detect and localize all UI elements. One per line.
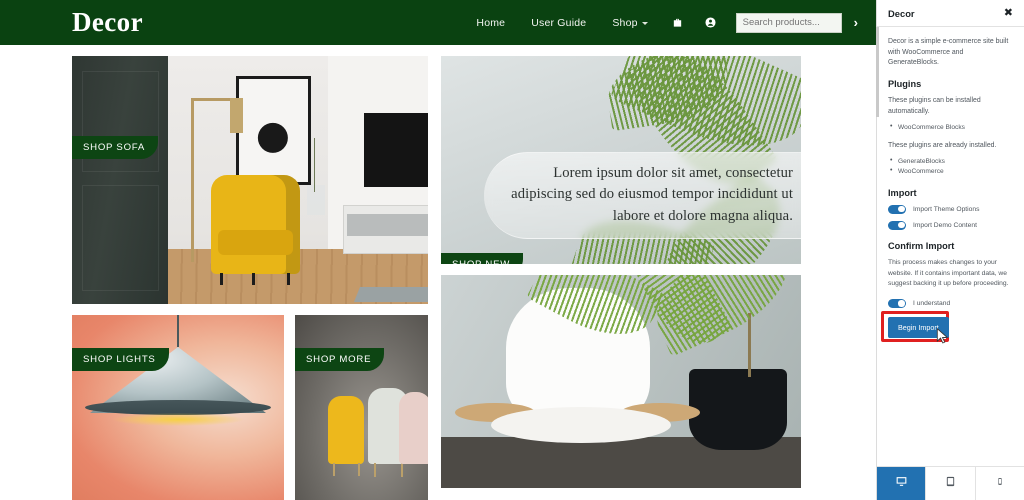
- toggle-label-demo-content: Import Demo Content: [913, 221, 977, 229]
- sidebar-body: Decor is a simple e-commerce site built …: [877, 27, 1024, 466]
- account-icon[interactable]: [694, 17, 727, 28]
- card-shop-more[interactable]: SHOP MORE: [295, 315, 428, 500]
- search-box[interactable]: [735, 12, 842, 33]
- tv-panel: [363, 113, 428, 188]
- nav-label-user-guide: User Guide: [531, 16, 587, 29]
- search-submit-button[interactable]: ›: [854, 16, 858, 29]
- chair-leg: [251, 273, 255, 286]
- confirm-import-warning: This process makes changes to your websi…: [888, 258, 1009, 288]
- floor-lamp-head: [230, 98, 243, 133]
- plugins-auto-note: These plugins can be installed automatic…: [888, 97, 981, 115]
- pendant-glow: [113, 412, 243, 426]
- site-logo[interactable]: Decor: [72, 7, 143, 38]
- import-heading: Import: [888, 187, 917, 198]
- badge-shop-sofa[interactable]: SHOP SOFA: [72, 136, 159, 159]
- twig: [314, 137, 316, 193]
- begin-import-wrapper: Begin Import: [881, 311, 949, 344]
- toggle-row-understand[interactable]: I understand: [888, 299, 1014, 309]
- chair-leg: [287, 273, 291, 286]
- yellow-armchair: [210, 175, 300, 286]
- badge-shop-more[interactable]: SHOP MORE: [295, 348, 385, 371]
- sidebar-title: Decor: [888, 7, 915, 19]
- yellow-chair: [328, 395, 365, 476]
- vase: [306, 184, 325, 215]
- device-button-mobile[interactable]: [975, 467, 1024, 500]
- device-button-tablet[interactable]: [926, 467, 976, 500]
- nav-label-shop: Shop: [612, 16, 638, 29]
- product-grid: SHOP SOFA SHOP LIGHTS SHOP MORE Lorem ip…: [0, 45, 876, 500]
- nav-label-home: Home: [476, 16, 506, 29]
- import-sidebar: Decor ✖ Decor is a simple e-commerce sit…: [876, 0, 1024, 500]
- room-door: [72, 56, 169, 304]
- plugins-installed-note: These plugins are already installed.: [888, 142, 997, 150]
- plant-pot: [689, 368, 787, 450]
- scrollbar[interactable]: [876, 27, 879, 117]
- pink-chair: [398, 392, 428, 464]
- chair-leg: [400, 462, 403, 478]
- toggle-import-theme-options[interactable]: [888, 204, 906, 214]
- hero-headline: Lorem ipsum dolor sit amet, consectetur …: [511, 164, 793, 225]
- sideboard: [342, 204, 428, 255]
- plant-trunk: [747, 313, 751, 378]
- pendant-rod: [176, 315, 180, 347]
- main-navigation: Home User Guide Shop ›: [463, 12, 858, 33]
- list-item: GenerateBlocks: [888, 156, 1014, 167]
- nav-item-user-guide[interactable]: User Guide: [518, 17, 599, 29]
- toggle-label-i-understand: I understand: [913, 300, 951, 308]
- wall-art-circle: [258, 122, 289, 153]
- nav-item-shop[interactable]: Shop: [599, 17, 660, 29]
- sidebar-description: Decor is a simple e-commerce site built …: [888, 38, 1009, 67]
- grid-column-right: Lorem ipsum dolor sit amet, consectetur …: [441, 56, 801, 488]
- tablet-icon: [945, 475, 956, 493]
- chevron-down-icon: [641, 22, 648, 25]
- plugins-installed-list: GenerateBlocks WooCommerce: [888, 156, 1014, 177]
- card-shop-new[interactable]: Lorem ipsum dolor sit amet, consectetur …: [441, 56, 801, 264]
- confirm-import-heading: Confirm Import: [888, 240, 955, 251]
- chair-leg: [373, 462, 376, 478]
- chair-leg: [219, 273, 223, 286]
- wall-art-frame: [235, 75, 311, 185]
- toggle-label-theme-options: Import Theme Options: [913, 205, 980, 213]
- floor-lamp-arm: [191, 98, 234, 101]
- begin-import-button[interactable]: Begin Import: [888, 317, 949, 339]
- toggle-i-understand[interactable]: [888, 299, 906, 309]
- list-item: WooCommerce: [888, 166, 1014, 177]
- plugins-heading: Plugins: [888, 79, 922, 90]
- card-shop-sofa[interactable]: SHOP SOFA: [72, 56, 428, 304]
- grid-row-bottom-left: SHOP LIGHTS SHOP MORE: [72, 304, 428, 500]
- site-header: Decor Home User Guide Shop ›: [0, 0, 876, 45]
- mobile-icon: [996, 475, 1004, 493]
- badge-shop-lights[interactable]: SHOP LIGHTS: [72, 348, 169, 371]
- chair-leg: [358, 462, 361, 476]
- device-button-desktop[interactable]: [877, 467, 927, 500]
- floor-lamp-pole: [191, 98, 194, 262]
- toggle-row-demo-content[interactable]: Import Demo Content: [888, 220, 1014, 230]
- list-item: WooCommerce Blocks: [888, 122, 1014, 133]
- nav-item-home[interactable]: Home: [463, 17, 518, 29]
- search-input[interactable]: [742, 17, 835, 28]
- card-white-chair[interactable]: [441, 275, 801, 488]
- site-preview: Decor Home User Guide Shop ›: [0, 0, 876, 500]
- app-root: Decor Home User Guide Shop ›: [0, 0, 1024, 500]
- chair-leg: [332, 462, 335, 476]
- rug: [353, 286, 428, 302]
- toggle-row-theme-options[interactable]: Import Theme Options: [888, 204, 1014, 214]
- toggle-import-demo-content[interactable]: [888, 220, 906, 230]
- desktop-icon: [895, 475, 908, 493]
- device-preview-toolbar: [877, 466, 1024, 500]
- plugins-auto-list: WooCommerce Blocks: [888, 122, 1014, 133]
- sidebar-header: Decor ✖: [877, 0, 1024, 27]
- grid-column-left: SHOP SOFA SHOP LIGHTS SHOP MORE: [72, 56, 428, 500]
- close-icon[interactable]: ✖: [1001, 6, 1016, 21]
- badge-shop-new[interactable]: SHOP NEW: [441, 253, 524, 264]
- cart-icon[interactable]: [661, 17, 694, 28]
- card-shop-lights[interactable]: SHOP LIGHTS: [72, 315, 284, 500]
- hero-glass-panel: Lorem ipsum dolor sit amet, consectetur …: [484, 151, 801, 240]
